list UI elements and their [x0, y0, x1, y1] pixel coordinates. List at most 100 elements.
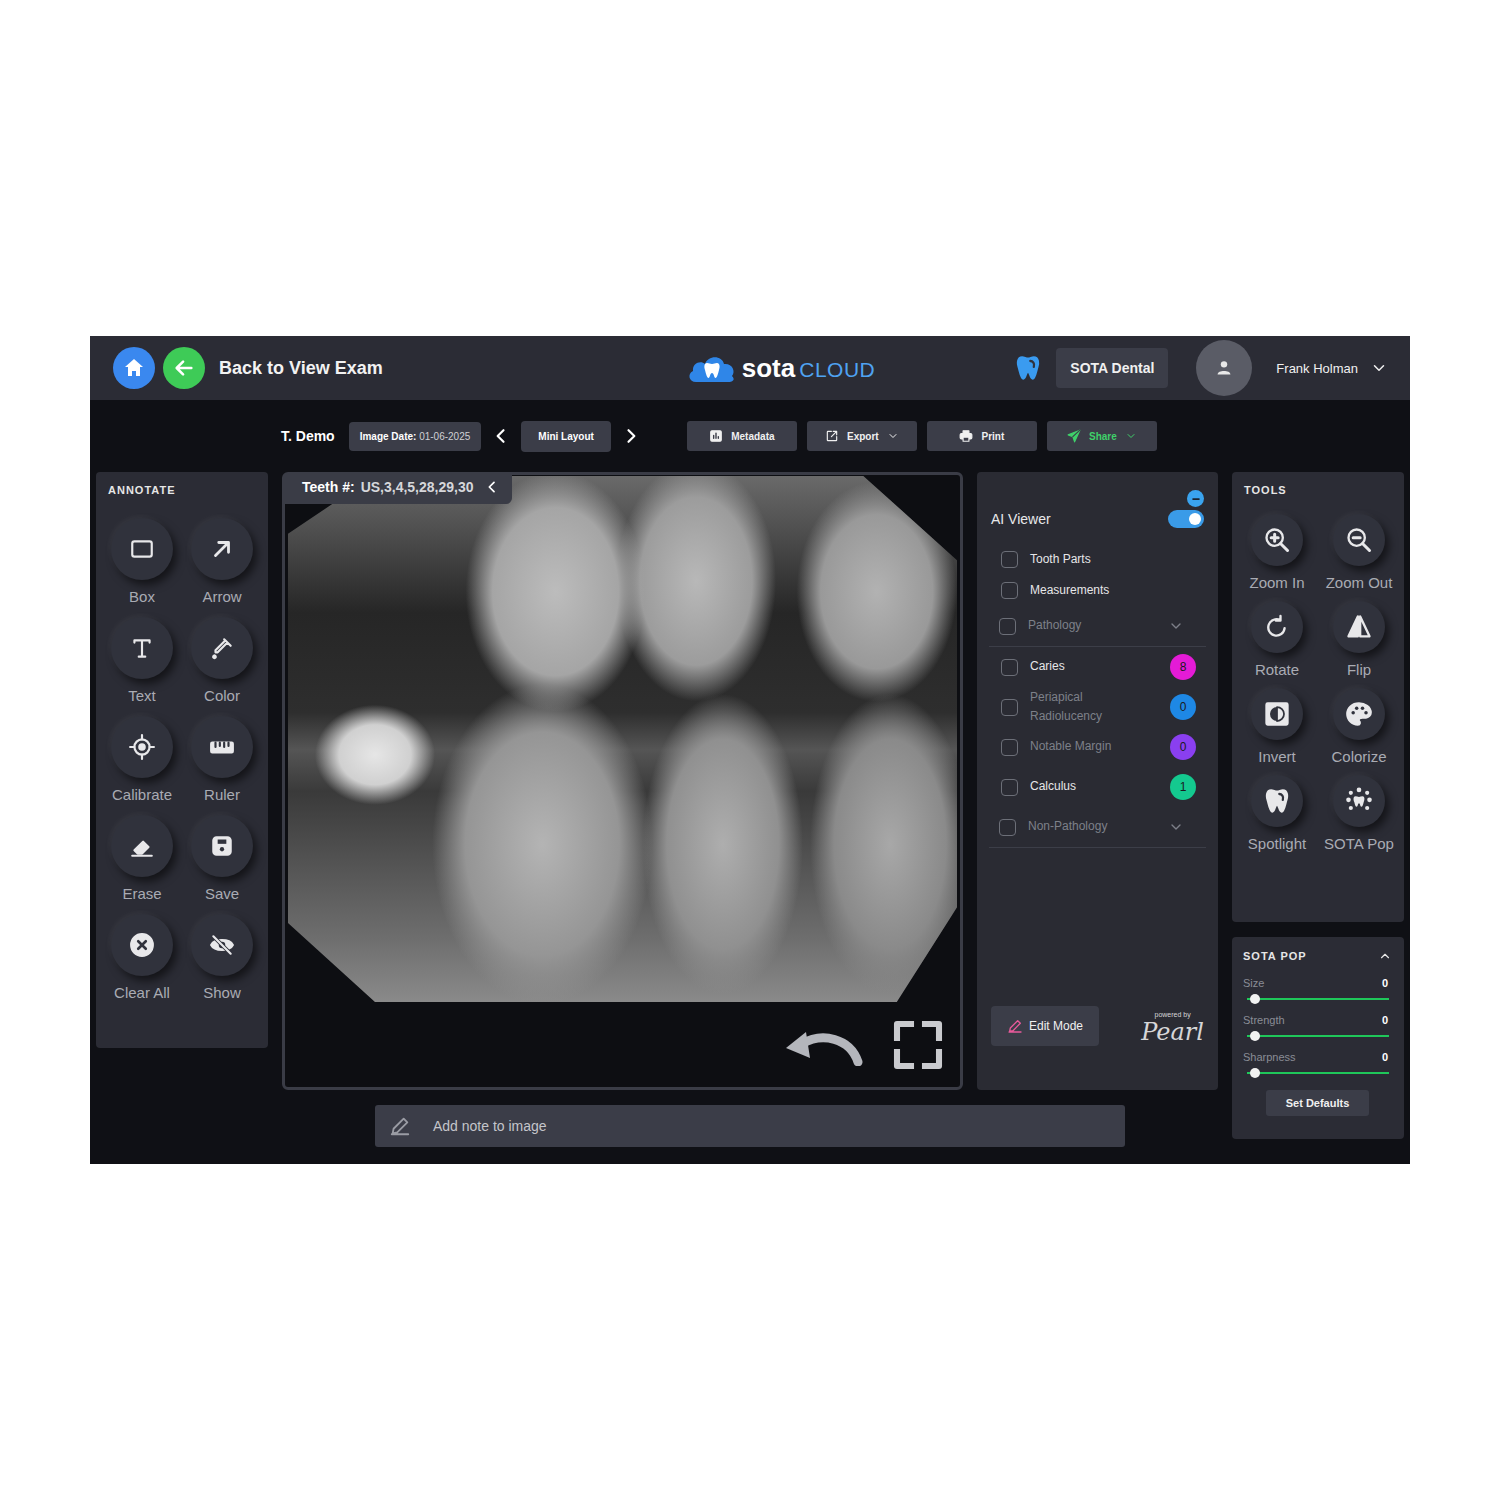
- tool[interactable]: SOTA Pop: [1318, 775, 1400, 852]
- ai-item[interactable]: Periapical Radiolucency 0: [991, 687, 1204, 727]
- ai-item[interactable]: Calculus 1: [991, 767, 1204, 807]
- ai-item[interactable]: Notable Margin 0: [991, 727, 1204, 767]
- teeth-tab[interactable]: Teeth #: US,3,4,5,28,29,30: [285, 474, 512, 504]
- toolbar-button[interactable]: Share: [1047, 421, 1157, 451]
- slider-thumb[interactable]: [1250, 1068, 1260, 1078]
- checkbox[interactable]: [999, 618, 1016, 635]
- ai-item[interactable]: Non-Pathology: [989, 807, 1206, 848]
- annotate-tool[interactable]: Show: [182, 914, 262, 1001]
- checkbox[interactable]: [999, 819, 1016, 836]
- count-badge: 0: [1170, 734, 1196, 760]
- ai-item[interactable]: Pathology: [989, 606, 1206, 647]
- slider-track[interactable]: [1247, 998, 1389, 1000]
- checkbox[interactable]: [1001, 779, 1018, 796]
- ai-tooth-icon: [1014, 354, 1042, 382]
- annotate-tool[interactable]: Arrow: [182, 518, 262, 605]
- eyeoff-icon: [209, 932, 235, 958]
- chevron-down-icon: [1125, 430, 1137, 442]
- ai-list: Tooth Parts Measurements Pathology Carie…: [991, 544, 1204, 848]
- slider-row: Sharpness0: [1243, 1051, 1392, 1074]
- chart-icon: [709, 429, 723, 443]
- header-left: Back to View Exam: [113, 347, 626, 389]
- text-icon: [129, 635, 155, 661]
- annotate-tool[interactable]: Color: [182, 617, 262, 704]
- toolbar-buttons: Metadata Export Print Share: [687, 421, 1157, 451]
- logo: sotaCLOUD: [686, 352, 875, 384]
- ai-item[interactable]: Caries 8: [991, 647, 1204, 687]
- user-name[interactable]: Frank Holman: [1276, 361, 1358, 376]
- tool[interactable]: Colorize: [1318, 688, 1400, 765]
- checkbox[interactable]: [1001, 739, 1018, 756]
- checkbox[interactable]: [1001, 582, 1018, 599]
- annotate-tool[interactable]: Erase: [102, 815, 182, 902]
- practice-button[interactable]: SOTA Dental: [1056, 348, 1168, 388]
- toolbar-button[interactable]: Metadata: [687, 421, 797, 451]
- checkbox[interactable]: [1001, 699, 1018, 716]
- app-window: Back to View Exam sotaCLOUD SOTA Dental …: [90, 336, 1410, 1164]
- header-right: SOTA Dental Frank Holman: [875, 340, 1388, 396]
- sota-pop-header[interactable]: SOTA POP: [1243, 949, 1392, 963]
- back-label[interactable]: Back to View Exam: [219, 358, 383, 379]
- toolbar: T. Demo Image Date: 01-06-2025 Mini Layo…: [96, 420, 1404, 452]
- tooth-icon: [1263, 787, 1291, 815]
- tool[interactable]: Zoom In: [1236, 514, 1318, 591]
- annotate-tool[interactable]: Clear All: [102, 914, 182, 1001]
- panel-title: ANNOTATE: [96, 472, 268, 496]
- flip-icon: [1345, 613, 1373, 641]
- slider-track[interactable]: [1247, 1072, 1389, 1074]
- xray-area: Teeth #: US,3,4,5,28,29,30: [285, 475, 960, 1002]
- avatar[interactable]: [1196, 340, 1252, 396]
- count-badge: 0: [1170, 694, 1196, 720]
- annotate-tool[interactable]: Save: [182, 815, 262, 902]
- tool[interactable]: Zoom Out: [1318, 514, 1400, 591]
- user-menu-chevron[interactable]: [1370, 359, 1388, 377]
- tool[interactable]: Flip: [1318, 601, 1400, 678]
- chevron-left-icon: [491, 426, 511, 446]
- next-button[interactable]: [621, 426, 641, 446]
- right-column: TOOLS Zoom In Zoom Out Rotate Flip Inver…: [1232, 472, 1404, 1139]
- note-field[interactable]: Add note to image: [375, 1105, 1125, 1147]
- checkbox[interactable]: [1001, 551, 1018, 568]
- ruler-icon: [209, 734, 235, 760]
- minus-icon: [1189, 492, 1203, 506]
- xray-image[interactable]: [288, 476, 957, 1002]
- layout-button[interactable]: Mini Layout: [521, 421, 611, 452]
- slider-row: Strength0: [1243, 1014, 1392, 1037]
- slider-thumb[interactable]: [1250, 1031, 1260, 1041]
- annotate-tool[interactable]: Box: [102, 518, 182, 605]
- home-icon: [122, 356, 146, 380]
- slider-track[interactable]: [1247, 1035, 1389, 1037]
- tool[interactable]: Invert: [1236, 688, 1318, 765]
- tool[interactable]: Spotlight: [1236, 775, 1318, 852]
- ai-toggle[interactable]: [1168, 510, 1204, 528]
- tool[interactable]: Rotate: [1236, 601, 1318, 678]
- home-button[interactable]: [113, 347, 155, 389]
- ai-item[interactable]: Measurements: [991, 575, 1204, 606]
- toolbar-button[interactable]: Export: [807, 421, 917, 451]
- slider-thumb[interactable]: [1250, 994, 1260, 1004]
- edit-mode-button[interactable]: Edit Mode: [991, 1006, 1099, 1046]
- checkbox[interactable]: [1001, 659, 1018, 676]
- annotate-tool[interactable]: Calibrate: [102, 716, 182, 803]
- prev-button[interactable]: [491, 426, 511, 446]
- annotate-tool[interactable]: Text: [102, 617, 182, 704]
- back-button[interactable]: [163, 347, 205, 389]
- undo-icon[interactable]: [782, 1024, 864, 1066]
- ai-item[interactable]: Tooth Parts: [991, 544, 1204, 575]
- toolbar-button[interactable]: Print: [927, 421, 1037, 451]
- annotate-tool[interactable]: Ruler: [182, 716, 262, 803]
- collapse-button[interactable]: [1187, 490, 1204, 507]
- set-defaults-button[interactable]: Set Defaults: [1266, 1090, 1370, 1116]
- tools-panel: TOOLS Zoom In Zoom Out Rotate Flip Inver…: [1232, 472, 1404, 922]
- logo-subtext: CLOUD: [799, 358, 875, 382]
- image-viewer: Teeth #: US,3,4,5,28,29,30: [282, 472, 963, 1090]
- rotate-icon: [1263, 613, 1291, 641]
- chevron-icon: [1168, 618, 1184, 634]
- fullscreen-button[interactable]: [890, 1017, 946, 1073]
- ai-top: [991, 490, 1204, 507]
- pencil-icon: [1007, 1018, 1023, 1034]
- box-icon: [129, 536, 155, 562]
- image-date: Image Date: 01-06-2025: [349, 422, 482, 451]
- invert-icon: [1263, 700, 1291, 728]
- chevron-left-icon: [484, 479, 500, 495]
